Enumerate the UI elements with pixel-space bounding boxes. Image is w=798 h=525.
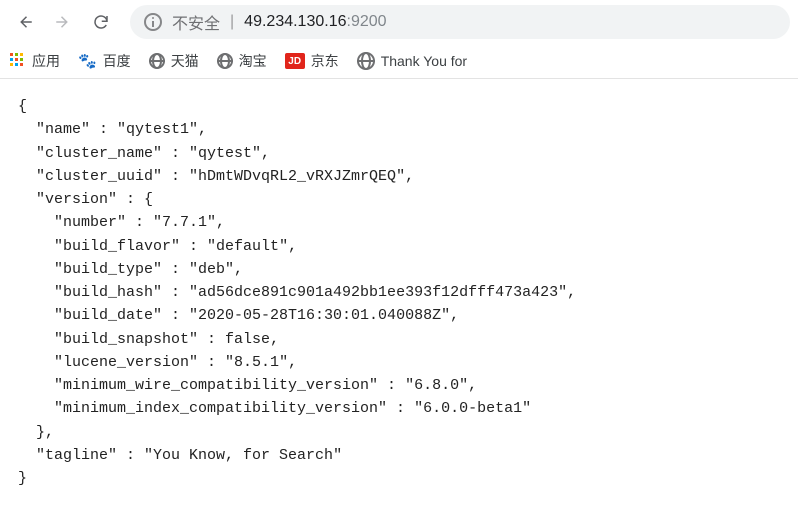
response-body: { "name" : "qytest1", "cluster_name" : "…	[0, 79, 798, 506]
globe-icon	[357, 52, 375, 70]
tmall-label: 天猫	[171, 51, 199, 71]
baidu-label: 百度	[103, 51, 131, 71]
insecure-label: 不安全	[172, 10, 220, 34]
browser-toolbar: 不安全 | 49.234.130.16:9200	[0, 0, 798, 44]
arrow-right-icon	[54, 13, 72, 31]
globe-icon	[217, 53, 233, 69]
jd-label: 京东	[311, 51, 339, 71]
json-build-date: 2020-05-28T16:30:01.040088Z	[198, 307, 441, 324]
separator: |	[230, 13, 234, 31]
apps-button[interactable]: 应用	[10, 51, 60, 71]
json-cluster-name: qytest	[198, 145, 252, 162]
globe-icon	[149, 53, 165, 69]
json-version-number: 7.7.1	[162, 214, 207, 231]
address-bar[interactable]: 不安全 | 49.234.130.16:9200	[130, 5, 790, 39]
json-min-wire: 6.8.0	[414, 377, 459, 394]
info-icon	[144, 13, 162, 31]
bookmark-tmall[interactable]: 天猫	[149, 51, 199, 71]
url-host: 49.234.130.16	[244, 13, 346, 30]
jd-icon: JD	[285, 53, 305, 69]
json-lucene-version: 8.5.1	[234, 354, 279, 371]
json-build-hash: ad56dce891c901a492bb1ee393f12dfff473a423	[198, 284, 558, 301]
bookmarks-bar: 应用 🐾 百度 天猫 淘宝 JD 京东 Thank You for	[0, 44, 798, 79]
url-port: :9200	[347, 13, 387, 30]
json-min-index: 6.0.0-beta1	[423, 400, 522, 417]
reload-button[interactable]	[84, 5, 118, 39]
json-build-flavor: default	[216, 238, 279, 255]
json-name: qytest1	[126, 121, 189, 138]
json-cluster-uuid: hDmtWDvqRL2_vRXJZmrQEQ	[198, 168, 396, 185]
bookmark-thank-you[interactable]: Thank You for	[357, 52, 467, 70]
baidu-paw-icon: 🐾	[78, 54, 97, 69]
bookmark-baidu[interactable]: 🐾 百度	[78, 51, 131, 71]
json-tagline: You Know, for Search	[153, 447, 333, 464]
json-build-type: deb	[198, 261, 225, 278]
reload-icon	[92, 13, 110, 31]
bookmark-jd[interactable]: JD 京东	[285, 51, 339, 71]
apps-label: 应用	[32, 51, 60, 71]
bookmark-taobao[interactable]: 淘宝	[217, 51, 267, 71]
back-button[interactable]	[8, 5, 42, 39]
arrow-left-icon	[16, 13, 34, 31]
apps-grid-icon	[10, 53, 26, 69]
forward-button[interactable]	[46, 5, 80, 39]
json-build-snapshot: false	[225, 331, 270, 348]
thank-label: Thank You for	[381, 53, 467, 69]
taobao-label: 淘宝	[239, 51, 267, 71]
